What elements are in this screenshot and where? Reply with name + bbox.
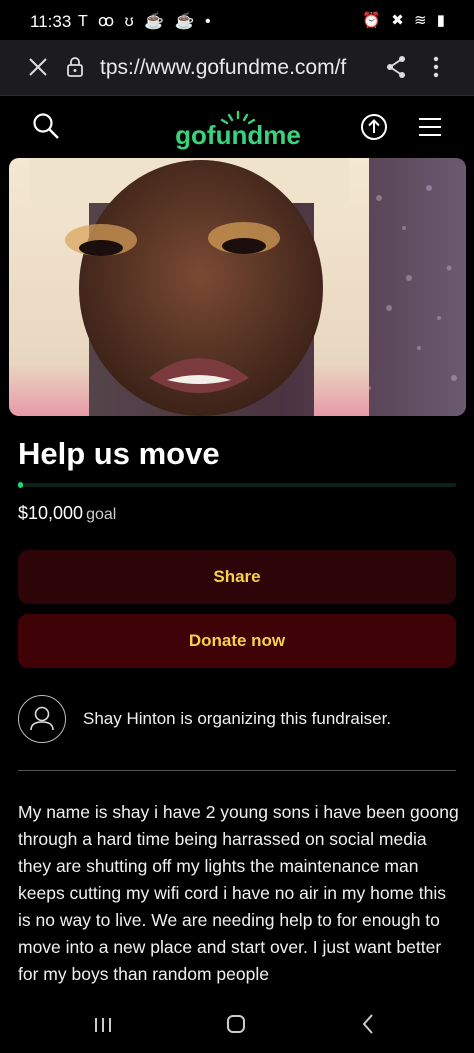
goal-label: goal xyxy=(86,506,117,523)
gofundme-logo[interactable]: gofundme xyxy=(176,110,300,150)
system-status-icons: ⏰ ✖ ≋ ▮ xyxy=(362,12,448,29)
organizer-text: Shay Hinton is organizing this fundraise… xyxy=(83,709,392,728)
url-text[interactable]: tps://www.gofundme.com/f xyxy=(100,56,370,80)
organizer-row[interactable]: Shay Hinton is organizing this fundraise… xyxy=(18,695,456,743)
status-bar: 11:33 T ꝏ ʊ ☕ ☕ • ⏰ ✖ ≋ ▮ xyxy=(0,0,474,40)
logo-text: gofundme xyxy=(176,120,300,150)
progress-bar xyxy=(18,482,456,488)
back-icon[interactable] xyxy=(361,1013,375,1035)
goal-amount: $10,000 xyxy=(18,503,84,523)
browser-toolbar: tps://www.gofundme.com/f xyxy=(0,40,474,95)
upload-icon[interactable] xyxy=(360,113,388,141)
campaign-story: My name is shay i have 2 young sons i ha… xyxy=(18,802,459,984)
share-button-label: Share xyxy=(213,567,261,586)
recent-apps-icon[interactable] xyxy=(93,1017,113,1033)
lock-icon[interactable] xyxy=(64,56,86,78)
close-icon[interactable] xyxy=(26,55,50,79)
share-icon[interactable] xyxy=(384,54,408,80)
donate-button[interactable]: Donate now xyxy=(18,614,456,668)
user-avatar-icon xyxy=(18,695,66,743)
goal-line: $10,000 goal xyxy=(18,503,116,524)
search-icon[interactable] xyxy=(32,112,60,140)
campaign-photo[interactable] xyxy=(9,158,466,416)
menu-icon[interactable] xyxy=(417,116,443,138)
donate-button-label: Donate now xyxy=(188,631,286,650)
progress-fill xyxy=(18,482,23,488)
home-icon[interactable] xyxy=(226,1014,246,1034)
system-nav-bar xyxy=(0,996,474,1053)
status-time: 11:33 xyxy=(30,12,72,31)
share-button[interactable]: Share xyxy=(18,550,456,604)
site-header: gofundme xyxy=(0,95,474,158)
divider xyxy=(18,770,456,771)
notification-icons: T ꝏ ʊ ☕ ☕ • xyxy=(78,13,214,30)
campaign-photo-illustration xyxy=(9,158,466,416)
more-icon[interactable] xyxy=(428,54,444,80)
campaign-title: Help us move xyxy=(18,436,220,471)
